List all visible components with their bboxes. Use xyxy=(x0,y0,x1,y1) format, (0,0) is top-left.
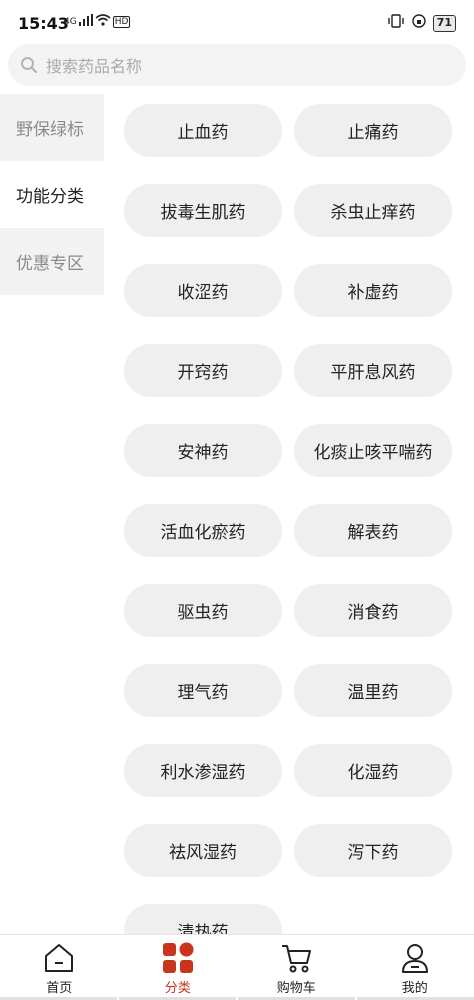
category-button[interactable]: 泻下药 xyxy=(294,824,452,877)
vibrate-icon xyxy=(387,14,405,32)
cart-icon xyxy=(282,945,312,973)
category-button[interactable]: 平肝息风药 xyxy=(294,344,452,397)
category-button[interactable]: 利水渗湿药 xyxy=(124,744,282,797)
network-type-label: 4G xyxy=(64,16,77,27)
search-input[interactable]: 搜索药品名称 xyxy=(46,53,142,77)
home-icon xyxy=(45,944,74,972)
category-sidebar: 野保绿标 功能分类 优惠专区 xyxy=(0,94,104,295)
wifi-icon xyxy=(95,14,111,29)
category-grid: 止血药 止痛药 拔毒生肌药 杀虫止痒药 收涩药 补虚药 开窍药 平肝息风药 安神… xyxy=(124,104,454,957)
tab-label: 分类 xyxy=(164,981,191,996)
sidebar-item-label: 野保绿标 xyxy=(16,120,84,140)
status-time: 15:43 xyxy=(18,14,69,33)
sidebar-item-wild-protection[interactable]: 野保绿标 xyxy=(0,94,104,161)
status-network: 4G HD xyxy=(64,14,131,29)
category-button[interactable]: 安神药 xyxy=(124,424,282,477)
profile-icon xyxy=(401,944,428,973)
tab-profile[interactable]: 我的 xyxy=(356,935,474,1000)
category-button[interactable]: 收涩药 xyxy=(124,264,282,317)
sidebar-item-label: 优惠专区 xyxy=(16,254,84,274)
category-button[interactable]: 拔毒生肌药 xyxy=(124,184,282,237)
category-button[interactable]: 化湿药 xyxy=(294,744,452,797)
sidebar-item-discount-zone[interactable]: 优惠专区 xyxy=(0,228,104,295)
category-button[interactable]: 止痛药 xyxy=(294,104,452,157)
tab-label: 购物车 xyxy=(276,981,316,996)
category-button[interactable]: 温里药 xyxy=(294,664,452,717)
category-button[interactable]: 止血药 xyxy=(124,104,282,157)
category-button[interactable]: 祛风湿药 xyxy=(124,824,282,877)
tab-home[interactable]: 首页 xyxy=(0,935,119,1000)
category-button[interactable]: 解表药 xyxy=(294,504,452,557)
hd-label: HD xyxy=(112,15,131,28)
sidebar-item-function-category[interactable]: 功能分类 xyxy=(0,161,104,228)
category-button[interactable]: 驱虫药 xyxy=(124,584,282,637)
tab-cart[interactable]: 购物车 xyxy=(237,935,356,1000)
battery-indicator: 71 xyxy=(432,14,456,32)
category-button[interactable]: 理气药 xyxy=(124,664,282,717)
tab-category[interactable]: 分类 xyxy=(119,935,238,1000)
status-right: 71 xyxy=(387,14,456,32)
tab-label: 首页 xyxy=(46,981,73,996)
search-icon xyxy=(21,57,38,74)
tab-label: 我的 xyxy=(401,981,428,996)
category-icon xyxy=(162,942,194,973)
category-button[interactable]: 活血化瘀药 xyxy=(124,504,282,557)
category-button[interactable]: 补虚药 xyxy=(294,264,452,317)
category-button[interactable]: 杀虫止痒药 xyxy=(294,184,452,237)
category-button[interactable]: 化痰止咳平喘药 xyxy=(294,424,452,477)
signal-icon xyxy=(78,14,93,29)
alarm-icon xyxy=(411,14,426,32)
status-bar: 15:43 4G HD 71 xyxy=(0,0,474,44)
category-button[interactable]: 消食药 xyxy=(294,584,452,637)
search-bar[interactable]: 搜索药品名称 xyxy=(8,44,466,86)
category-button[interactable]: 开窍药 xyxy=(124,344,282,397)
sidebar-item-label: 功能分类 xyxy=(16,187,84,207)
bottom-tab-bar: 首页 分类 购物车 我的 xyxy=(0,934,474,1000)
